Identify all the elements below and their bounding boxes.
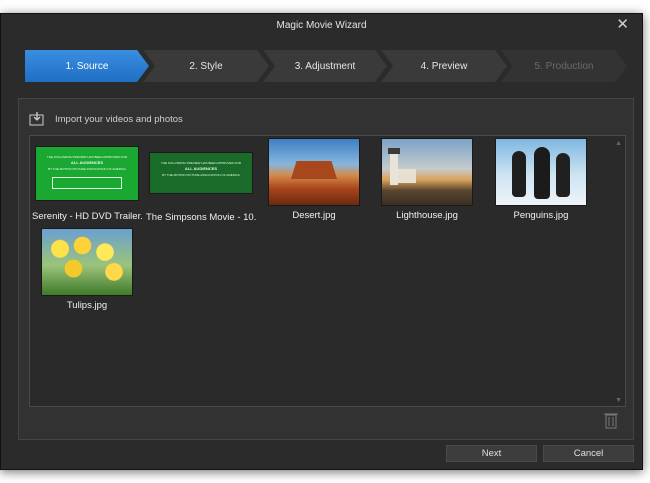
step-preview[interactable]: 4. Preview	[381, 50, 507, 82]
source-panel: Import your videos and photos ▲ ▼ THE FO…	[18, 98, 634, 440]
scroll-up-icon[interactable]: ▲	[615, 140, 622, 147]
media-thumb-simpsons[interactable]: THE FOLLOWING PREVIEW HAS BEEN APPROVED …	[149, 152, 253, 194]
media-caption: Serenity - HD DVD Trailer....	[32, 211, 142, 222]
media-caption: The Simpsons Movie - 10...	[146, 212, 256, 223]
import-label[interactable]: Import your videos and photos	[55, 114, 183, 125]
media-thumb-penguins[interactable]	[495, 138, 587, 206]
rating-card-line: BY THE MOTION PICTURE ASSOCIATION OF AME…	[162, 173, 240, 177]
next-button[interactable]: Next	[446, 445, 537, 462]
media-item-tulips[interactable]: Tulips.jpg	[32, 228, 142, 311]
step-production: 5. Production	[501, 50, 627, 82]
import-row[interactable]: Import your videos and photos	[29, 111, 183, 127]
cancel-button[interactable]: Cancel	[543, 445, 634, 462]
media-item-penguins[interactable]: Penguins.jpg	[486, 138, 596, 221]
rating-card-line: BY THE MOTION PICTURE ASSOCIATION OF AME…	[48, 167, 126, 171]
media-caption: Tulips.jpg	[66, 300, 108, 311]
window-title: Magic Movie Wizard	[276, 20, 367, 31]
media-caption: Penguins.jpg	[513, 210, 569, 221]
close-icon[interactable]: ✕	[616, 17, 629, 33]
trailer-rating-card: THE FOLLOWING PREVIEW HAS BEEN APPROVED …	[42, 155, 132, 189]
wizard-steps: 1. Source 2. Style 3. Adjustment 4. Prev…	[25, 50, 627, 82]
keeper-house	[398, 169, 416, 183]
import-icon[interactable]	[29, 112, 45, 126]
scroll-down-icon[interactable]: ▼	[615, 397, 622, 404]
media-item-desert[interactable]: Desert.jpg	[259, 138, 369, 221]
media-caption: Lighthouse.jpg	[396, 210, 458, 221]
media-caption: Desert.jpg	[292, 210, 336, 221]
media-library: ▲ ▼ THE FOLLOWING PREVIEW HAS BEEN APPRO…	[29, 135, 626, 407]
rating-card-line: ALL AUDIENCES	[184, 166, 218, 171]
media-thumb-serenity[interactable]: THE FOLLOWING PREVIEW HAS BEEN APPROVED …	[35, 146, 139, 201]
media-thumb-tulips[interactable]	[41, 228, 133, 296]
penguin-shape	[556, 153, 570, 197]
media-item-simpsons[interactable]: THE FOLLOWING PREVIEW HAS BEEN APPROVED …	[146, 144, 256, 223]
step-style[interactable]: 2. Style	[143, 50, 269, 82]
butte-shape	[291, 161, 337, 179]
lighthouse-lamp	[388, 148, 400, 154]
media-thumb-lighthouse[interactable]	[381, 138, 473, 206]
media-thumb-desert[interactable]	[268, 138, 360, 206]
penguin-shape	[534, 147, 550, 199]
rating-box	[52, 177, 122, 189]
media-item-serenity[interactable]: THE FOLLOWING PREVIEW HAS BEEN APPROVED …	[32, 144, 142, 222]
trailer-rating-card: THE FOLLOWING PREVIEW HAS BEEN APPROVED …	[156, 161, 246, 177]
media-item-lighthouse[interactable]: Lighthouse.jpg	[372, 138, 482, 221]
rating-card-line: THE FOLLOWING PREVIEW HAS BEEN APPROVED …	[46, 155, 127, 159]
step-adjustment[interactable]: 3. Adjustment	[263, 50, 387, 82]
penguin-shape	[512, 151, 526, 197]
trash-icon[interactable]	[601, 411, 621, 429]
rating-card-line: ALL AUDIENCES	[70, 160, 104, 165]
rating-card-line: THE FOLLOWING PREVIEW HAS BEEN APPROVED …	[160, 161, 241, 165]
lighthouse-tower	[390, 153, 398, 185]
title-bar: Magic Movie Wizard ✕	[1, 14, 642, 40]
step-source[interactable]: 1. Source	[25, 50, 149, 82]
magic-movie-wizard-dialog: Magic Movie Wizard ✕ 1. Source 2. Style …	[0, 13, 643, 470]
